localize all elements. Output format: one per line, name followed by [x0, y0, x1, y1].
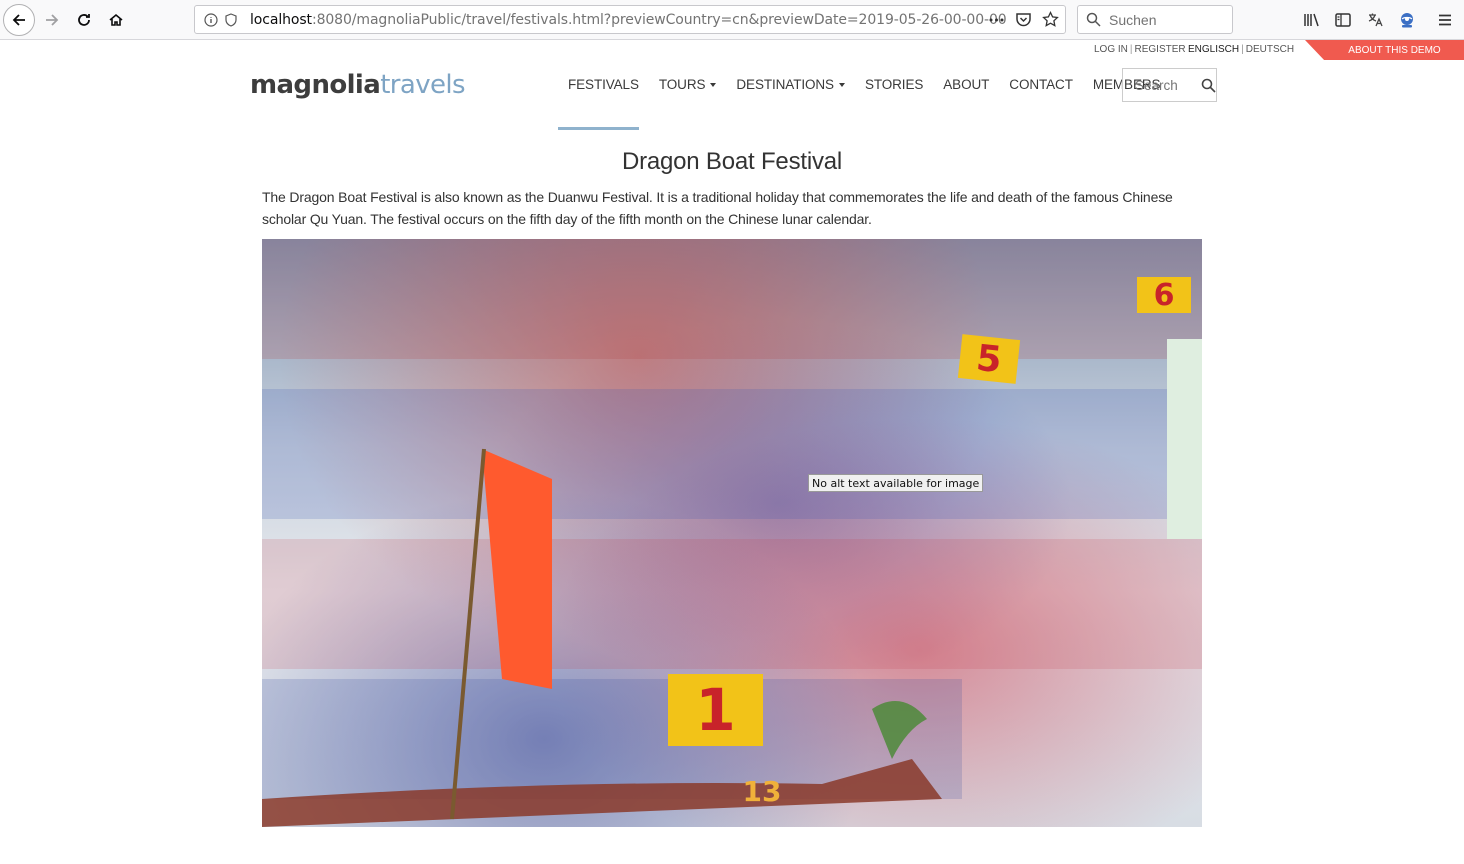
url-text: localhost:8080/magnoliaPublic/travel/fes… [250, 11, 1007, 28]
menu-icon [1439, 14, 1451, 26]
auth-links: LOG IN | REGISTER [1094, 44, 1186, 55]
nav-contact[interactable]: CONTACT [999, 77, 1083, 92]
boat-number-6: 6 [1137, 277, 1191, 313]
festival-hero-image: 1 5 6 13 [262, 239, 1202, 827]
extension-button[interactable] [1397, 10, 1417, 30]
nav-active-indicator [558, 127, 639, 130]
library-button[interactable] [1301, 10, 1321, 30]
site-search [1122, 68, 1217, 102]
browser-toolbar: localhost:8080/magnoliaPublic/travel/fes… [0, 0, 1464, 40]
home-button[interactable] [100, 4, 132, 36]
intro-text: The Dragon Boat Festival is also known a… [262, 189, 1173, 227]
translate-button[interactable] [1365, 10, 1385, 30]
library-icon [1304, 13, 1319, 27]
register-link[interactable]: REGISTER [1135, 44, 1186, 55]
nav-festivals[interactable]: FESTIVALS [558, 77, 649, 92]
home-icon [109, 13, 123, 26]
translate-icon [1368, 13, 1383, 27]
page-title: Dragon Boat Festival [621, 148, 843, 175]
tracking-shield-icon[interactable] [224, 12, 238, 27]
sidebar-icon [1335, 13, 1351, 27]
nav-tours[interactable]: TOURS [649, 77, 727, 92]
login-link[interactable]: LOG IN [1094, 44, 1128, 55]
about-demo-tab[interactable]: ABOUT THIS DEMO [1305, 40, 1464, 60]
language-switcher: ENGLISCH | DEUTSCH [1188, 44, 1295, 55]
boat-number-13: 13 [742, 774, 782, 808]
nav-about[interactable]: ABOUT [933, 77, 999, 92]
search-icon [1086, 12, 1101, 27]
info-icon[interactable] [204, 12, 218, 27]
sidebar-button[interactable] [1333, 10, 1353, 30]
more-icon[interactable] [988, 11, 1005, 28]
search-icon[interactable] [1201, 78, 1216, 93]
main-nav: FESTIVALS TOURS DESTINATIONS STORIES ABO… [558, 77, 1170, 92]
image-alt-tooltip: No alt text available for image [808, 474, 984, 492]
forward-icon [46, 14, 59, 26]
browser-search-bar[interactable]: Suchen [1077, 5, 1233, 34]
bookmark-star-icon[interactable] [1042, 11, 1059, 28]
caret-down-icon [710, 82, 717, 87]
back-icon [12, 14, 25, 26]
reload-icon [78, 14, 90, 26]
reload-button[interactable] [68, 4, 100, 36]
site-search-input[interactable] [1135, 77, 1197, 93]
nav-stories[interactable]: STORIES [855, 77, 933, 92]
menu-button[interactable] [1435, 10, 1455, 30]
caret-down-icon [838, 82, 845, 87]
nav-destinations[interactable]: DESTINATIONS [726, 77, 855, 92]
url-bar[interactable]: localhost:8080/magnoliaPublic/travel/fes… [194, 5, 1066, 34]
site-logo[interactable]: magnoliatravels [250, 70, 466, 100]
browser-search-placeholder: Suchen [1109, 11, 1157, 28]
forward-button[interactable] [36, 4, 68, 36]
lang-en-link[interactable]: ENGLISCH [1188, 44, 1239, 55]
pocket-icon[interactable] [1015, 11, 1032, 28]
lang-de-link[interactable]: DEUTSCH [1246, 44, 1294, 55]
boat-number-5: 5 [957, 334, 1021, 384]
extension-icon [1401, 13, 1413, 28]
back-button[interactable] [3, 4, 35, 36]
boat-number-1: 1 [668, 674, 763, 746]
